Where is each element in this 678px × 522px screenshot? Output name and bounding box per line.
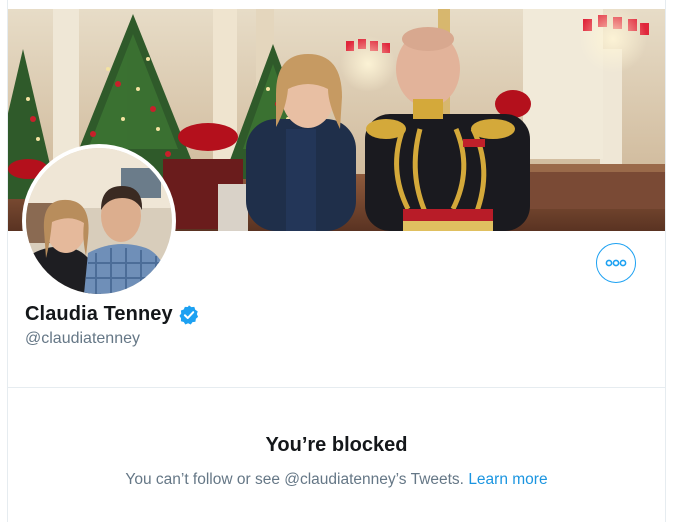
blocked-message: You can’t follow or see @claudiatenney’s… — [125, 471, 469, 488]
avatar-photo — [26, 148, 172, 294]
section-divider — [8, 387, 665, 388]
profile-name-row: Claudia Tenney — [25, 303, 200, 326]
blocked-title: You’re blocked — [265, 434, 408, 456]
verified-badge-icon — [179, 304, 198, 325]
profile-handle: @claudiatenney — [25, 330, 140, 347]
more-options-button[interactable] — [596, 243, 636, 283]
profile-display-name: Claudia Tenney — [25, 303, 173, 325]
profile-page: Claudia Tenney @claudiatenney You’re blo… — [7, 0, 666, 522]
blocked-message-row: You can’t follow or see @claudiatenney’s… — [8, 471, 665, 489]
more-options-icon — [605, 259, 627, 267]
profile-avatar[interactable] — [22, 144, 176, 298]
learn-more-link[interactable]: Learn more — [468, 471, 547, 488]
